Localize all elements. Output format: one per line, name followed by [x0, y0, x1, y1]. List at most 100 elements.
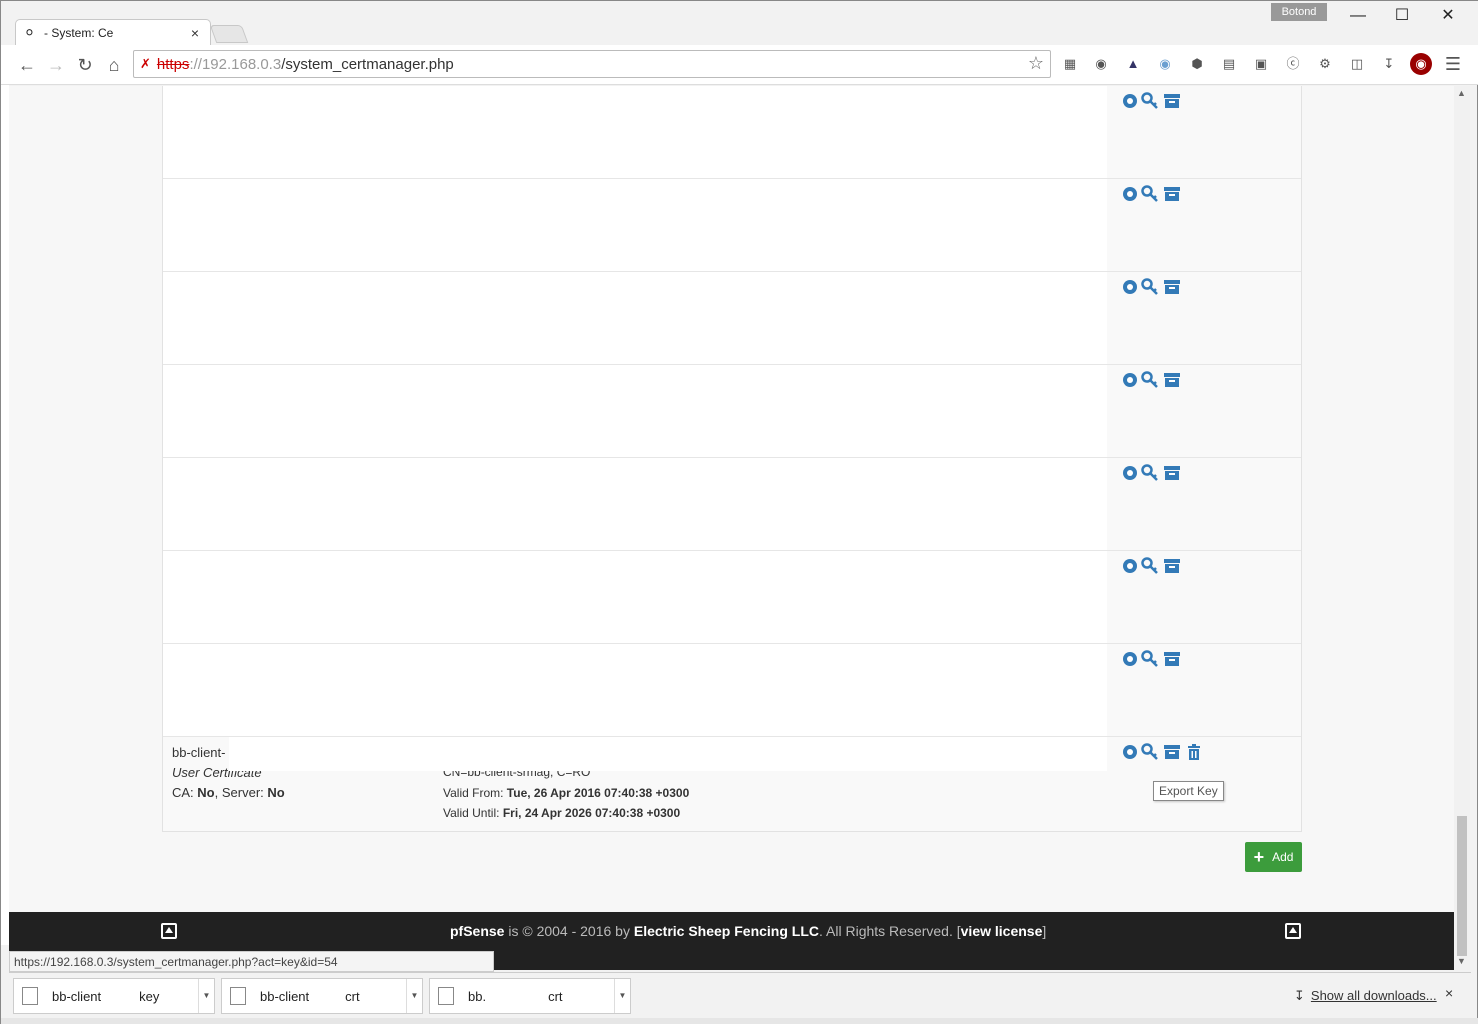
export-cert-icon[interactable] [1163, 650, 1181, 668]
export-key-icon[interactable] [1141, 557, 1159, 575]
scrollbar-thumb[interactable] [1457, 816, 1467, 956]
profile-badge[interactable]: Botond [1271, 3, 1327, 21]
export-key-icon[interactable] [1141, 185, 1159, 203]
add-certificate-button[interactable]: + Add [1245, 842, 1302, 872]
qr-extension-icon[interactable]: ▦ [1059, 53, 1081, 75]
chevron-down-icon[interactable]: ▼ [614, 979, 630, 1013]
export-cert-icon[interactable] [1163, 185, 1181, 203]
export-cert-icon[interactable] [1163, 557, 1181, 575]
url-scheme: https [156, 55, 190, 73]
vertical-scrollbar[interactable]: ▲ ▼ [1454, 86, 1470, 970]
edit-gear-icon[interactable] [1121, 743, 1139, 761]
edit-gear-icon[interactable] [1121, 464, 1139, 482]
table-row [163, 551, 1301, 644]
chart-extension-icon[interactable]: ▲ [1122, 53, 1144, 75]
url-host: ://192.168.0.3 [189, 55, 282, 73]
edit-gear-icon[interactable] [1121, 278, 1139, 296]
edit-gear-icon[interactable] [1121, 557, 1139, 575]
export-cert-icon[interactable] [1163, 743, 1181, 761]
close-downloads-icon[interactable]: × [1445, 985, 1453, 1001]
address-bar[interactable]: ✗ https ://192.168.0.3 /system_certmanag… [133, 50, 1051, 78]
export-cert-icon[interactable] [1163, 464, 1181, 482]
scroll-top-icon-right[interactable] [1285, 923, 1301, 939]
delete-trash-icon[interactable] [1185, 743, 1203, 761]
footer-company-link[interactable]: Electric Sheep Fencing LLC [634, 923, 819, 939]
download-item[interactable]: bb-client key ▼ [13, 978, 215, 1014]
download-item[interactable]: bb. crt ▼ [429, 978, 631, 1014]
browser-toolbar: ← → ↻ ⌂ ✗ https ://192.168.0.3 /system_c… [1, 45, 1478, 85]
row-actions [1107, 551, 1301, 643]
chevron-down-icon[interactable]: ▼ [406, 979, 422, 1013]
cert-ca-server-flags: CA: No, Server: No [172, 785, 285, 800]
redacted-overlay [229, 737, 1107, 771]
export-cert-icon[interactable] [1163, 278, 1181, 296]
forward-icon[interactable]: → [44, 53, 68, 77]
page-extension-icon[interactable]: ◫ [1346, 53, 1368, 75]
camera-extension-icon[interactable]: ◉ [1154, 53, 1176, 75]
redacted-cell [163, 458, 1107, 550]
tab-close-icon[interactable]: × [188, 25, 202, 41]
export-cert-icon[interactable] [1163, 371, 1181, 389]
scroll-top-icon[interactable] [161, 923, 177, 939]
gear-extension-icon[interactable]: ⚙ [1314, 53, 1336, 75]
table-row [163, 86, 1301, 179]
redacted-filename [309, 986, 346, 1006]
valid-until-value: Fri, 24 Apr 2026 07:40:38 +0300 [502, 806, 681, 820]
valid-from-label: Valid From: [443, 786, 507, 800]
row-actions [1107, 272, 1301, 364]
minimize-icon[interactable]: — [1335, 5, 1381, 27]
plus-icon: + [1253, 846, 1265, 867]
download-name-prefix: bb. [468, 988, 487, 1004]
chevron-down-icon[interactable]: ▼ [198, 979, 214, 1013]
export-key-icon[interactable] [1141, 464, 1159, 482]
footer-copyright-text: is © 2004 - 2016 by [504, 923, 634, 939]
insecure-lock-icon[interactable]: ✗ [140, 56, 151, 72]
view-license-link[interactable]: view license [961, 923, 1043, 939]
edit-gear-icon[interactable] [1121, 92, 1139, 110]
export-key-icon[interactable] [1141, 92, 1159, 110]
back-icon[interactable]: ← [15, 53, 39, 77]
export-key-icon[interactable] [1141, 278, 1159, 296]
browser-tab[interactable]: ⚪ - System: Ce × [15, 19, 211, 45]
new-tab-button[interactable] [209, 25, 249, 43]
skype-extension-icon[interactable]: ⓒ [1282, 53, 1304, 75]
cube-extension-icon[interactable]: ⬢ [1186, 53, 1208, 75]
edit-gear-icon[interactable] [1121, 371, 1139, 389]
footer-brand[interactable]: pfSense [450, 923, 504, 939]
download-arrow-icon: ↧ [1294, 988, 1305, 1003]
menu-icon[interactable]: ☰ [1442, 53, 1464, 75]
scroll-down-arrow-icon[interactable]: ▼ [1457, 956, 1466, 966]
window-extension-icon[interactable]: ▤ [1218, 53, 1240, 75]
edit-gear-icon[interactable] [1121, 650, 1139, 668]
certificates-table: bb-client- User Certificate CA: No, Serv… [162, 86, 1302, 832]
pfsense-favicon-icon: ⚪ [24, 24, 35, 40]
table-row [163, 365, 1301, 458]
tab-title: - System: Ce [44, 25, 114, 40]
reload-icon[interactable]: ↻ [73, 53, 97, 77]
footer-bracket: ] [1042, 923, 1047, 939]
export-key-icon[interactable] [1141, 650, 1159, 668]
server-label: , Server: [214, 785, 268, 800]
edit-gear-icon[interactable] [1121, 185, 1139, 203]
incognito-extension-icon[interactable]: ◉ [1090, 53, 1112, 75]
download-extension-icon[interactable]: ↧ [1378, 53, 1400, 75]
footer-rights-text: . All Rights Reserved. [ [819, 923, 961, 939]
export-key-icon[interactable] [1141, 371, 1159, 389]
download-item[interactable]: bb-client crt ▼ [221, 978, 423, 1014]
certificate-file-icon [438, 987, 454, 1005]
bookmark-star-icon[interactable]: ☆ [1028, 53, 1044, 74]
underlying-window-edge [1, 1018, 1478, 1024]
export-cert-icon[interactable] [1163, 92, 1181, 110]
export-key-icon[interactable] [1141, 743, 1159, 761]
ublock-icon[interactable]: ◉ [1410, 53, 1432, 75]
redacted-cell [163, 644, 1107, 736]
cert-valid-until: Valid Until: Fri, 24 Apr 2026 07:40:38 +… [443, 806, 680, 820]
table-row [163, 272, 1301, 365]
maximize-icon[interactable]: ☐ [1379, 5, 1425, 27]
file-icon [22, 987, 38, 1005]
scroll-up-arrow-icon[interactable]: ▲ [1457, 88, 1466, 98]
show-all-downloads-link[interactable]: ↧ Show all downloads... [1294, 988, 1437, 1004]
close-window-icon[interactable]: ✕ [1425, 5, 1471, 27]
css-extension-icon[interactable]: ▣ [1250, 53, 1272, 75]
home-icon[interactable]: ⌂ [102, 53, 126, 77]
